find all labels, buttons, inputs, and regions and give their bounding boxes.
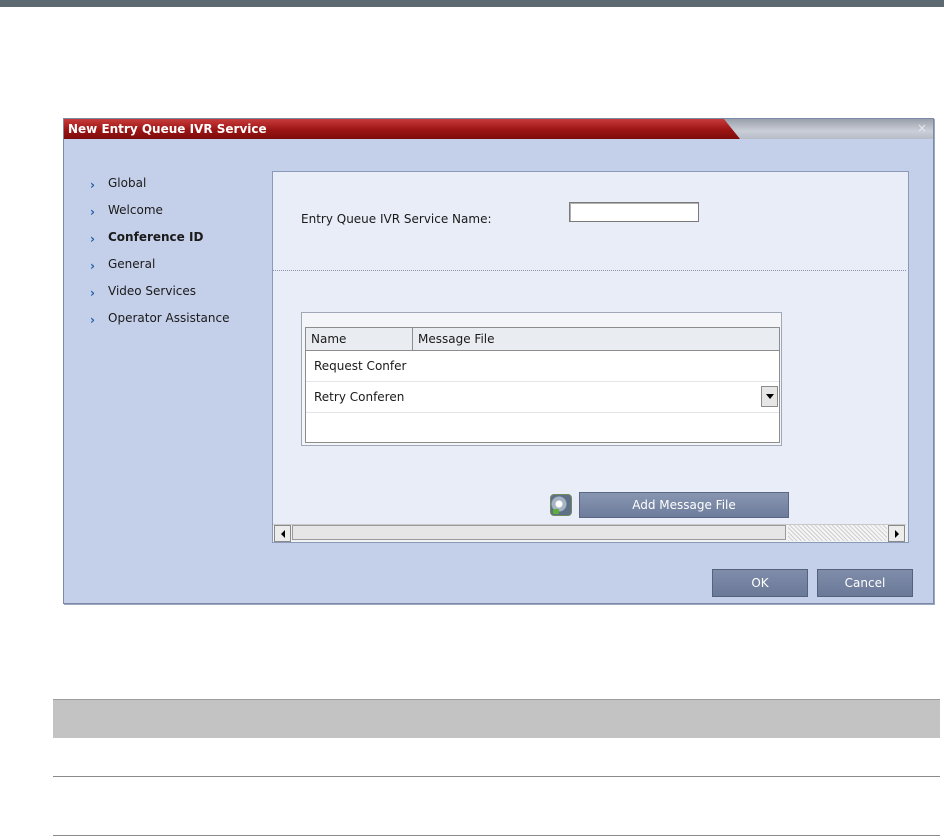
- conference-id-panel: Entry Queue IVR Service Name: Name Messa…: [272, 171, 909, 543]
- column-header-message-file[interactable]: Message File: [413, 328, 779, 350]
- dialog-title: New Entry Queue IVR Service: [68, 122, 267, 136]
- horizontal-scrollbar[interactable]: [273, 524, 906, 542]
- sidebar-item-label: Global: [108, 176, 147, 190]
- scrollbar-track[interactable]: [788, 525, 887, 541]
- column-header-name[interactable]: Name: [306, 328, 413, 350]
- section-divider: [273, 270, 906, 271]
- messages-table: Name Message File Request Confer Retry C…: [305, 327, 780, 443]
- sidebar-item-welcome[interactable]: › Welcome: [90, 203, 229, 230]
- top-bar: [0, 0, 944, 7]
- entry-queue-ivr-dialog: New Entry Queue IVR Service × › Global ›…: [63, 118, 934, 604]
- sidebar-item-label: Operator Assistance: [108, 311, 230, 325]
- sidebar-item-label: Welcome: [108, 203, 163, 217]
- title-bar: New Entry Queue IVR Service ×: [64, 119, 933, 139]
- ok-button[interactable]: OK: [712, 569, 808, 597]
- chevron-right-icon: ›: [90, 313, 95, 327]
- message-file-dropdown[interactable]: [761, 386, 778, 407]
- table-row[interactable]: Retry Conferen: [306, 382, 779, 413]
- scrollbar-thumb[interactable]: [292, 525, 786, 540]
- row-name-cell: Request Confer: [314, 359, 407, 373]
- scroll-right-button[interactable]: [888, 525, 905, 542]
- sidebar-item-general[interactable]: › General: [90, 257, 229, 284]
- service-name-label: Entry Queue IVR Service Name:: [301, 212, 492, 226]
- chevron-right-icon: ›: [90, 178, 95, 192]
- service-name-input[interactable]: [569, 202, 699, 222]
- table-header: Name Message File: [306, 328, 779, 351]
- sidebar-nav: › Global › Welcome › Conference ID › Gen…: [90, 176, 229, 338]
- sidebar-item-label: Conference ID: [108, 230, 204, 244]
- chevron-right-icon: ›: [90, 259, 95, 273]
- chevron-right-icon: ›: [90, 232, 95, 246]
- document-table-header: [53, 699, 940, 738]
- chevron-right-icon: ›: [90, 286, 95, 300]
- document-table-rule: [53, 835, 940, 836]
- chevron-right-icon: ›: [90, 205, 95, 219]
- row-name-cell: Retry Conferen: [314, 390, 405, 404]
- sidebar-item-global[interactable]: › Global: [90, 176, 229, 203]
- sidebar-item-video-services[interactable]: › Video Services: [90, 284, 229, 311]
- sidebar-item-operator-assistance[interactable]: › Operator Assistance: [90, 311, 229, 338]
- cancel-button[interactable]: Cancel: [817, 569, 913, 597]
- speaker-icon[interactable]: [550, 494, 572, 516]
- document-table-rule: [53, 776, 940, 777]
- arrow-right-icon: [894, 529, 899, 538]
- add-message-file-button[interactable]: Add Message File: [579, 492, 789, 518]
- sidebar-item-label: General: [108, 257, 156, 271]
- sidebar-item-label: Video Services: [108, 284, 197, 298]
- sidebar-item-conference-id[interactable]: › Conference ID: [90, 230, 229, 257]
- close-icon[interactable]: ×: [917, 121, 927, 135]
- table-row[interactable]: Request Confer: [306, 351, 779, 382]
- arrow-left-icon: [280, 529, 285, 538]
- chevron-down-icon: [765, 394, 774, 399]
- messages-table-frame: Name Message File Request Confer Retry C…: [301, 312, 782, 446]
- scroll-left-button[interactable]: [274, 525, 291, 542]
